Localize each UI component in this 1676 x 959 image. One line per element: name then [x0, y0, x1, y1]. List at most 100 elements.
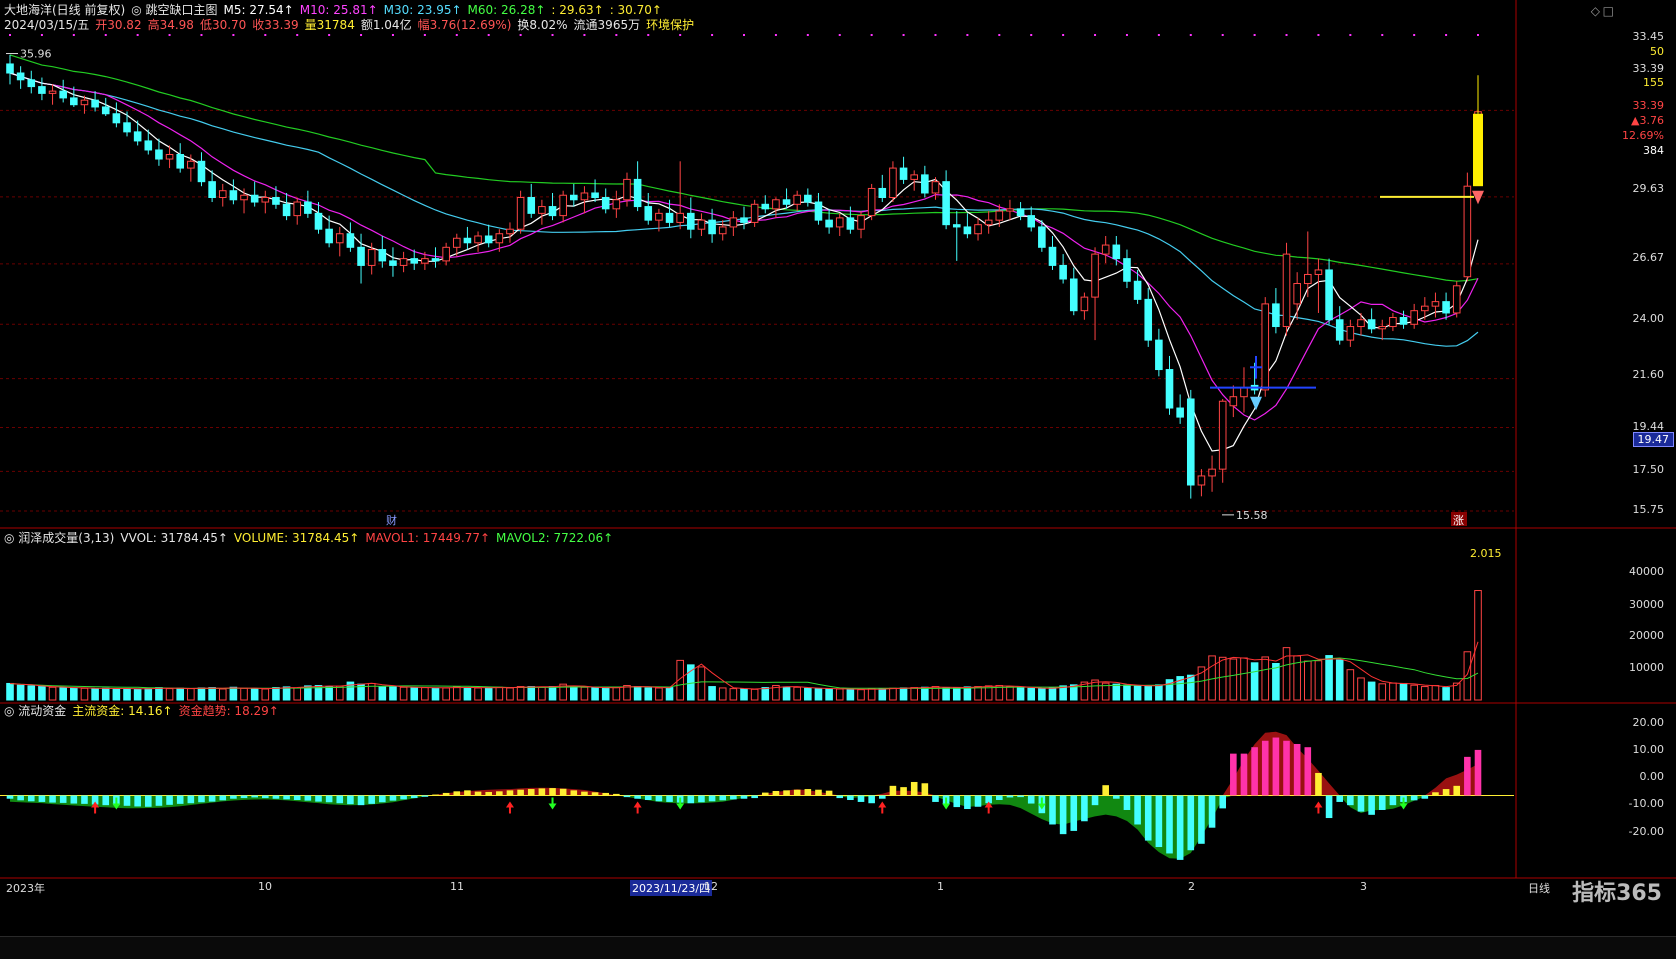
buy-arrow-icon	[1314, 801, 1323, 814]
volume-bar	[1048, 687, 1057, 701]
fund-info-1: 主流资金: 14.16↑	[72, 704, 173, 718]
candle-body	[814, 201, 823, 221]
candle-body	[1069, 278, 1078, 312]
volume-bar	[133, 688, 142, 701]
volume-info-0: ◎ 润泽成交量(3,13)	[4, 531, 115, 545]
volume-bar	[825, 688, 833, 701]
candle-body	[931, 181, 940, 194]
fund-bar	[666, 795, 673, 802]
volume-info-3: MAVOL1: 17449.77↑	[365, 531, 491, 545]
fund-axis-label: 10.00	[1632, 743, 1665, 756]
volume-bar	[91, 688, 99, 701]
volume-bar	[506, 687, 514, 701]
fund-bar	[1134, 795, 1141, 825]
candle-body	[1389, 316, 1397, 328]
price-axis-label: 26.67	[1632, 251, 1665, 264]
fund-bar	[1251, 747, 1258, 796]
top-marker	[934, 34, 937, 36]
top-marker	[838, 34, 841, 36]
volume-bar	[1144, 685, 1153, 701]
x-axis-label: 10	[258, 880, 272, 893]
candle-body	[750, 203, 759, 223]
candle-body	[591, 192, 599, 199]
volume-bar	[633, 686, 642, 701]
fund-bar	[900, 787, 907, 796]
candle-body	[357, 246, 365, 266]
volume-bar	[1442, 687, 1450, 701]
fund-bar	[219, 795, 227, 801]
fund-bar	[59, 795, 67, 803]
candle-body	[1282, 253, 1291, 328]
volume-bar	[410, 687, 419, 701]
candle-body	[1155, 339, 1163, 371]
volume-bar	[463, 687, 472, 701]
top-marker	[583, 34, 586, 36]
top-marker	[391, 34, 394, 36]
top-marker	[870, 34, 873, 36]
volume-bar	[1463, 651, 1472, 701]
volume-bar	[878, 688, 887, 701]
fund-bar	[6, 795, 14, 799]
candle-body	[569, 194, 578, 201]
candle-body	[718, 226, 727, 235]
fund-bar	[304, 795, 312, 801]
volume-bar	[569, 686, 578, 701]
fund-bar	[1091, 795, 1099, 806]
top-marker	[966, 34, 969, 36]
candle-body	[6, 63, 14, 74]
candle-body	[48, 90, 57, 94]
candlestick-chart[interactable]: 35.96 15.58 财 涨 2.015	[0, 0, 1676, 959]
volume-bar	[1038, 688, 1046, 701]
candle-body	[1442, 301, 1450, 314]
candle-body	[963, 226, 972, 235]
price-axis-label: 50	[1650, 45, 1664, 58]
volume-bar	[187, 688, 195, 701]
fund-bar	[496, 791, 503, 796]
candle-body	[1144, 298, 1153, 341]
volume-bar	[761, 687, 770, 701]
fund-bar	[1187, 795, 1195, 851]
fund-bar	[559, 788, 567, 796]
top-marker	[328, 34, 331, 36]
candle-body	[825, 219, 833, 228]
candle-body	[1112, 244, 1121, 260]
volume-bar	[399, 686, 408, 701]
volume-axis-label: 40000	[1629, 565, 1664, 578]
candle-body	[538, 206, 546, 214]
volume-bar	[1272, 662, 1280, 701]
volume-bar	[495, 686, 504, 701]
fund-bar	[272, 795, 280, 799]
fund-bar	[1176, 795, 1184, 860]
fund-bar	[889, 785, 897, 796]
volume-bar	[889, 687, 897, 701]
period-selector[interactable]: 日线	[1528, 880, 1550, 896]
volume-axis-label: 20000	[1629, 629, 1664, 642]
fund-bar	[347, 795, 354, 805]
fund-bar	[1017, 795, 1024, 798]
candle-body	[984, 219, 993, 226]
fund-bar	[1421, 795, 1429, 799]
top-marker	[1349, 34, 1352, 36]
volume-bar	[1218, 656, 1227, 701]
candle-body	[516, 197, 525, 230]
volume-axis-label: 10000	[1629, 661, 1664, 674]
volume-bar	[1421, 686, 1429, 701]
top-marker	[1189, 34, 1192, 36]
fund-bar	[868, 795, 875, 804]
candle-body	[272, 197, 280, 205]
volume-bar	[272, 687, 280, 701]
candle-body	[1346, 326, 1355, 341]
volume-bar	[155, 687, 163, 701]
candle-body	[1059, 264, 1067, 280]
fund-bar	[134, 795, 141, 807]
candle-body	[133, 131, 142, 142]
fund-bar	[517, 789, 524, 796]
volume-bar	[1314, 660, 1323, 701]
candle-body	[197, 160, 206, 183]
candle-body	[623, 178, 631, 201]
fund-bar	[283, 795, 290, 800]
candle-body	[399, 258, 408, 266]
candle-body	[1133, 280, 1142, 300]
candle-body	[484, 235, 493, 244]
volume-bar	[123, 688, 131, 701]
